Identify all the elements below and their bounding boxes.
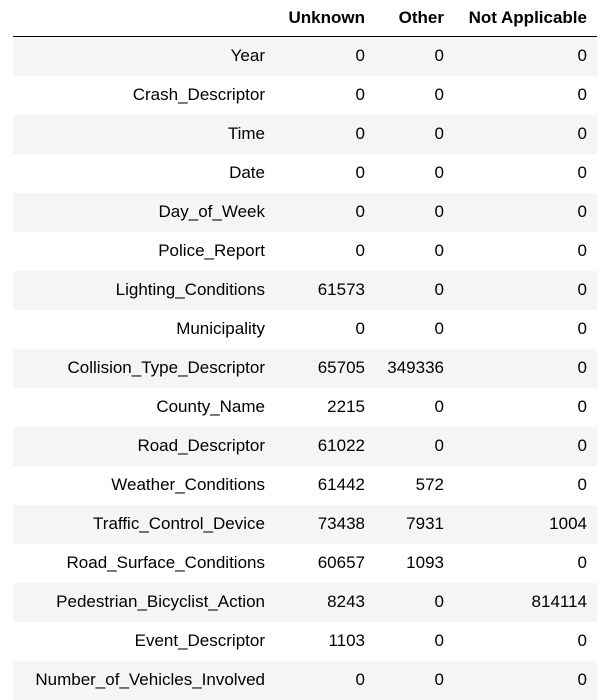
row-label: County_Name	[156, 397, 265, 416]
table-row: Time 0 0 0	[13, 114, 597, 154]
column-header-other: Other	[375, 0, 454, 37]
cell-other: 0	[434, 202, 444, 221]
cell-other: 1093	[406, 553, 444, 572]
dataframe-table: Unknown Other Not Applicable Year 0 0 0 Cras…	[13, 0, 597, 700]
table-row: Pedestrian_Bicyclist_Action 8243 0 814114	[13, 582, 597, 622]
cell-other: 0	[434, 670, 444, 689]
row-label: Collision_Type_Descriptor	[67, 358, 265, 377]
cell-other: 572	[415, 475, 444, 494]
cell-unknown: 1103	[328, 631, 365, 650]
cell-not-applicable: 814114	[531, 592, 587, 611]
table-row: Police_Report 0 0 0	[13, 231, 597, 271]
row-label: Number_of_Vehicles_Involved	[35, 670, 265, 689]
table-row: County_Name 2215 0 0	[13, 387, 597, 427]
cell-not-applicable: 0	[577, 202, 587, 221]
row-label: Municipality	[176, 319, 265, 338]
header-row: Unknown Other Not Applicable	[13, 0, 597, 37]
cell-unknown: 0	[355, 670, 365, 689]
cell-not-applicable: 0	[577, 397, 587, 416]
cell-other: 7931	[406, 514, 444, 533]
cell-not-applicable: 0	[577, 319, 587, 338]
table-row: Date 0 0 0	[13, 153, 597, 193]
cell-unknown: 60657	[317, 553, 365, 572]
row-label: Crash_Descriptor	[132, 85, 265, 104]
cell-unknown: 73438	[317, 514, 365, 533]
cell-other: 0	[434, 46, 444, 66]
table-row: Lighting_Conditions 61573 0 0	[13, 270, 597, 310]
table-row: Weather_Conditions 61442 572 0	[13, 465, 597, 505]
row-label: Event_Descriptor	[134, 631, 265, 650]
cell-other: 0	[434, 280, 444, 299]
cell-unknown: 0	[355, 46, 365, 66]
table-row: Municipality 0 0 0	[13, 309, 597, 349]
row-label: Time	[227, 124, 265, 143]
row-label: Weather_Conditions	[111, 475, 265, 494]
cell-unknown: 0	[355, 202, 365, 221]
cell-other: 0	[434, 631, 444, 650]
row-label: Pedestrian_Bicyclist_Action	[56, 592, 265, 611]
column-header-not-applicable: Not Applicable	[454, 0, 597, 37]
cell-not-applicable: 1004	[549, 514, 587, 533]
index-column-header	[13, 0, 275, 37]
table-row: Number_of_Vehicles_Involved 0 0 0	[13, 660, 597, 700]
row-label: Day_of_Week	[158, 202, 265, 221]
row-label: Lighting_Conditions	[115, 280, 265, 299]
cell-not-applicable: 0	[577, 163, 587, 182]
table-row: Crash_Descriptor 0 0 0	[13, 75, 597, 115]
cell-not-applicable: 0	[577, 670, 587, 689]
table-row: Year 0 0 0	[13, 36, 597, 76]
row-label: Date	[229, 163, 265, 182]
cell-not-applicable: 0	[577, 553, 587, 572]
cell-unknown: 61022	[317, 436, 365, 455]
cell-unknown: 0	[355, 241, 365, 260]
cell-not-applicable: 0	[577, 280, 587, 299]
cell-unknown: 0	[355, 85, 365, 104]
cell-not-applicable: 0	[577, 124, 587, 143]
cell-not-applicable: 0	[577, 85, 587, 104]
cell-unknown: 65705	[317, 358, 365, 377]
cell-other: 0	[434, 163, 444, 182]
cell-unknown: 2215	[327, 397, 365, 416]
cell-other: 0	[434, 397, 444, 416]
cell-unknown: 0	[355, 124, 365, 143]
table-row: Event_Descriptor 1103 0 0	[13, 621, 597, 661]
cell-not-applicable: 0	[577, 241, 587, 260]
table-header: Unknown Other Not Applicable	[13, 0, 597, 37]
cell-unknown: 8243	[327, 592, 365, 611]
table-body: Year 0 0 0 Crash_Descriptor 0 0 0 Time 0 0 0 Date 0 0 0…	[13, 36, 597, 700]
cell-unknown: 0	[355, 319, 365, 338]
column-header-unknown: Unknown	[275, 0, 375, 37]
table-row: Collision_Type_Descriptor 65705 349336 0	[13, 348, 597, 388]
row-label: Road_Surface_Conditions	[66, 553, 265, 572]
cell-not-applicable: 0	[577, 358, 587, 377]
row-label: Police_Report	[158, 241, 265, 260]
cell-not-applicable: 0	[577, 436, 587, 455]
row-label: Year	[230, 46, 265, 66]
row-label: Traffic_Control_Device	[93, 514, 265, 533]
table-row: Road_Descriptor 61022 0 0	[13, 426, 597, 466]
cell-unknown: 61442	[317, 475, 365, 494]
cell-other: 0	[434, 124, 444, 143]
table-row: Traffic_Control_Device 73438 7931 1004	[13, 504, 597, 544]
cell-other: 0	[434, 241, 444, 260]
table-row: Road_Surface_Conditions 60657 1093 0	[13, 543, 597, 583]
cell-not-applicable: 0	[577, 46, 587, 66]
cell-not-applicable: 0	[577, 475, 587, 494]
cell-unknown: 0	[355, 163, 365, 182]
dataframe-output: Unknown Other Not Applicable Year 0 0 0 Cras…	[0, 0, 609, 700]
cell-other: 0	[434, 436, 444, 455]
cell-other: 0	[434, 85, 444, 104]
table-row: Day_of_Week 0 0 0	[13, 192, 597, 232]
cell-other: 0	[434, 592, 444, 611]
cell-other: 0	[434, 319, 444, 338]
cell-not-applicable: 0	[577, 631, 587, 650]
cell-other: 349336	[387, 358, 444, 377]
row-label: Road_Descriptor	[137, 436, 265, 455]
cell-unknown: 61573	[317, 280, 365, 299]
